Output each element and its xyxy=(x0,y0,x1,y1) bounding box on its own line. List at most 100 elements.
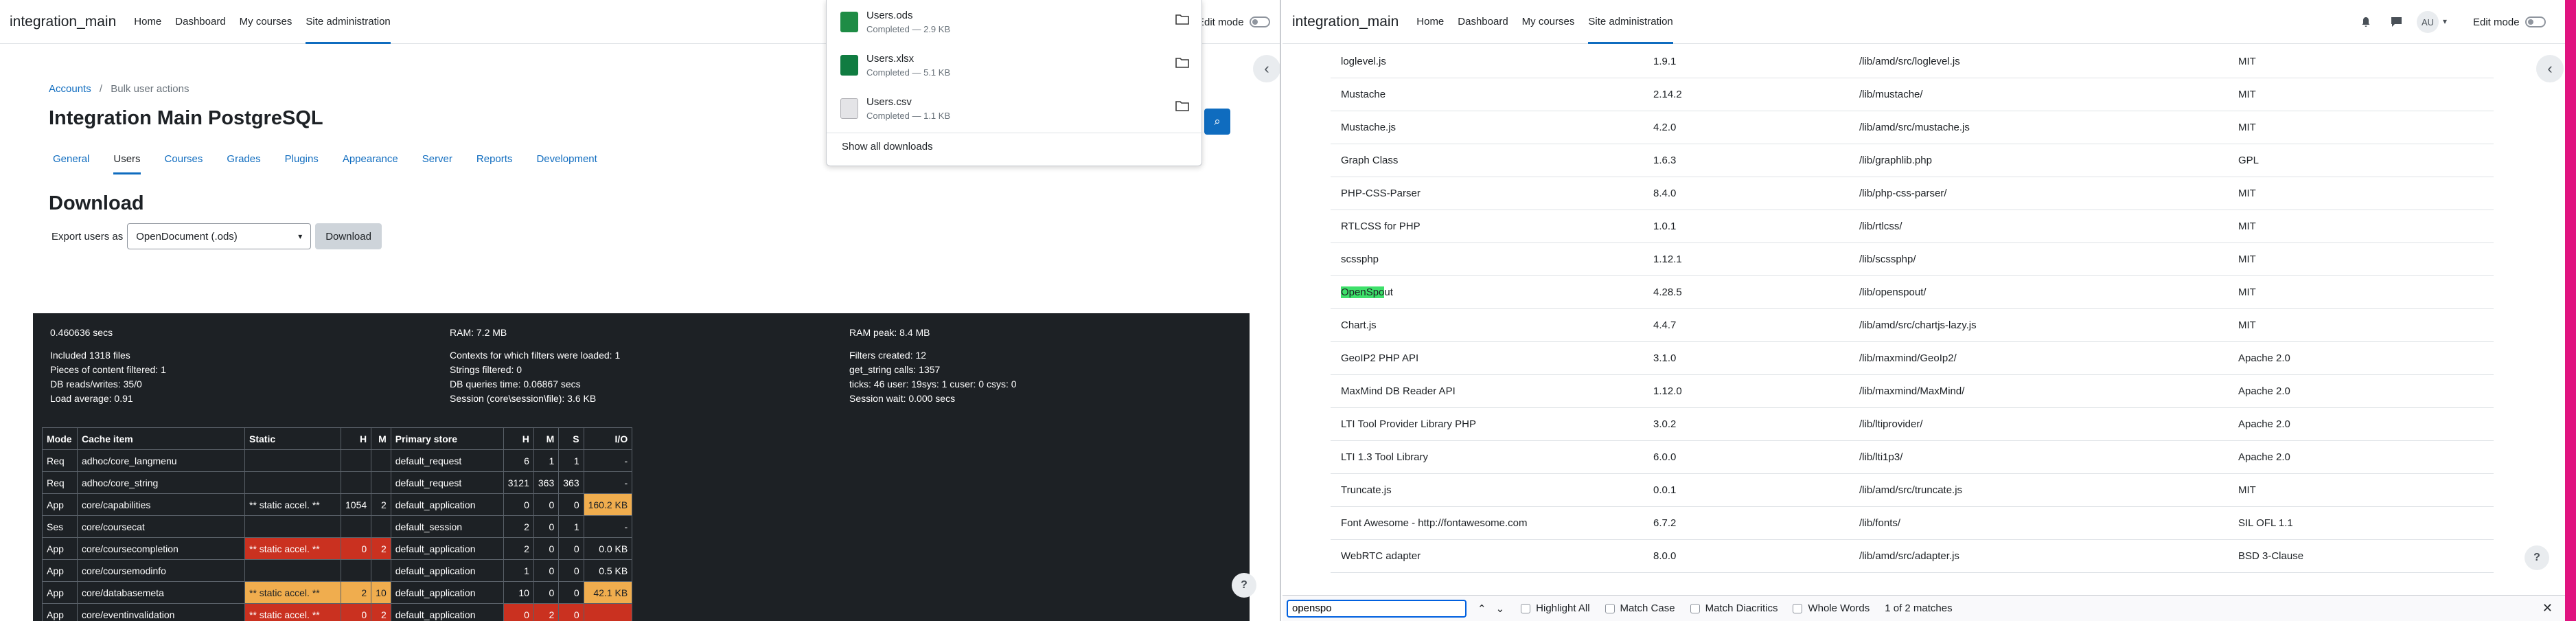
table-row: RTLCSS for PHP 1.0.1/lib/rtlcss/MIT xyxy=(1331,210,2494,243)
table-row-find-match: OpenSpout 4.28.5/lib/openspout/MIT xyxy=(1331,276,2494,309)
checkbox-box[interactable] xyxy=(1605,603,1615,613)
nav-site-administration[interactable]: Site administration xyxy=(1588,0,1673,44)
library-license: MIT xyxy=(2238,188,2256,199)
search-icon: ⌕ xyxy=(1214,115,1221,128)
perf-item: 0.460636 secs xyxy=(50,327,113,338)
find-input[interactable] xyxy=(1287,599,1467,618)
edit-mode-switch[interactable] xyxy=(2525,16,2546,27)
help-button[interactable]: ? xyxy=(2525,545,2549,570)
library-version: 1.0.1 xyxy=(1653,221,1677,232)
chevron-down-icon[interactable]: ▾ xyxy=(2443,16,2447,26)
tab-appearance[interactable]: Appearance xyxy=(343,144,398,174)
nav-my-courses[interactable]: My courses xyxy=(1522,0,1575,44)
cell: 1 xyxy=(558,515,584,538)
whole-words-label: Whole Words xyxy=(1808,602,1870,614)
export-format-select[interactable]: OpenDocument (.ods) ▾ xyxy=(127,223,312,249)
cell: - xyxy=(583,449,633,472)
admin-tabs: General Users Courses Grades Plugins App… xyxy=(53,144,621,174)
cell: ** static accel. ** xyxy=(244,603,341,621)
site-brand[interactable]: integration_main xyxy=(10,14,116,30)
nav-site-administration[interactable]: Site administration xyxy=(306,0,391,44)
cell: default_application xyxy=(390,493,504,516)
cell: Ses xyxy=(42,515,78,538)
folder-icon[interactable] xyxy=(1175,14,1189,25)
cell: 0 xyxy=(558,581,584,604)
cell: 0 xyxy=(558,603,584,621)
nav-my-courses[interactable]: My courses xyxy=(240,0,292,44)
nav-dashboard[interactable]: Dashboard xyxy=(1458,0,1508,44)
perf-item: DB reads/writes: 35/0 xyxy=(50,379,142,389)
messages-icon[interactable] xyxy=(2391,16,2402,27)
nav-home[interactable]: Home xyxy=(1416,0,1444,44)
cell: App xyxy=(42,493,78,516)
whole-words-checkbox[interactable]: Whole Words xyxy=(1793,602,1870,614)
tab-courses[interactable]: Courses xyxy=(165,144,203,174)
avatar[interactable]: AU xyxy=(2417,11,2439,33)
help-button[interactable]: ? xyxy=(1232,573,1256,598)
breadcrumb-accounts[interactable]: Accounts xyxy=(49,83,91,95)
tab-users[interactable]: Users xyxy=(113,144,141,174)
tab-development[interactable]: Development xyxy=(536,144,597,174)
download-item[interactable]: Users.xlsx Completed — 5.1 KB xyxy=(827,43,1203,87)
download-item[interactable]: Users.ods Completed — 2.9 KB xyxy=(827,0,1203,43)
edit-mode-toggle[interactable]: Edit mode xyxy=(1197,0,1270,44)
match-case-checkbox[interactable]: Match Case xyxy=(1605,602,1675,614)
library-location: /lib/amd/src/adapter.js xyxy=(1859,550,1959,562)
tab-grades[interactable]: Grades xyxy=(227,144,260,174)
perf-item: get_string calls: 1357 xyxy=(849,364,941,375)
library-version: 8.4.0 xyxy=(1653,188,1677,199)
perf-item: Included 1318 files xyxy=(50,350,130,361)
bell-icon[interactable] xyxy=(2360,16,2371,27)
edit-mode-switch[interactable] xyxy=(1249,16,1270,27)
nav-dashboard[interactable]: Dashboard xyxy=(175,0,225,44)
breadcrumb-separator: / xyxy=(99,83,103,95)
cell: core/coursecompletion xyxy=(77,537,245,560)
library-name: Font Awesome - http://fontawesome.com xyxy=(1341,517,1528,529)
library-license: GPL xyxy=(2238,155,2259,166)
tab-plugins[interactable]: Plugins xyxy=(285,144,319,174)
table-row: LTI Tool Provider Library PHP 3.0.2/lib/l… xyxy=(1331,408,2494,441)
right-navbar: integration_main Home Dashboard My cours… xyxy=(1283,0,2565,44)
match-diacritics-checkbox[interactable]: Match Diacritics xyxy=(1690,602,1778,614)
cell: 0 xyxy=(340,603,372,621)
library-location: /lib/rtlcss/ xyxy=(1859,221,1902,232)
download-button[interactable]: Download xyxy=(315,223,382,249)
library-version: 6.0.0 xyxy=(1653,451,1677,463)
cell: 0 xyxy=(558,537,584,560)
col-mode: Mode xyxy=(42,427,78,450)
checkbox-box[interactable] xyxy=(1690,603,1700,613)
library-license: MIT xyxy=(2238,319,2256,331)
cell: default_application xyxy=(390,537,504,560)
open-drawer-button[interactable]: ‹ xyxy=(1253,55,1280,82)
cell: 363 xyxy=(558,471,584,494)
cell xyxy=(371,471,391,494)
cell: 0 xyxy=(558,493,584,516)
cell: App xyxy=(42,581,78,604)
find-previous-button[interactable]: ⌃ xyxy=(1477,602,1486,615)
open-drawer-button[interactable]: ‹ xyxy=(2536,55,2564,82)
find-next-button[interactable]: ⌄ xyxy=(1496,602,1505,615)
library-version: 4.4.7 xyxy=(1653,319,1677,331)
tab-general[interactable]: General xyxy=(53,144,89,174)
cell: 0 xyxy=(533,581,560,604)
edit-mode-toggle[interactable]: Edit mode xyxy=(2473,0,2546,44)
cell: 1 xyxy=(503,559,534,582)
find-bar: ⌃ ⌄ Highlight All Match Case Match Diacr… xyxy=(1283,595,2565,621)
section-title: Download xyxy=(49,192,144,214)
tab-reports[interactable]: Reports xyxy=(476,144,513,174)
cell: default_request xyxy=(390,471,504,494)
download-item[interactable]: Users.csv Completed — 1.1 KB xyxy=(827,87,1203,130)
cell xyxy=(244,559,341,582)
folder-icon[interactable] xyxy=(1175,100,1189,111)
folder-icon[interactable] xyxy=(1175,57,1189,68)
show-all-downloads-link[interactable]: Show all downloads xyxy=(842,141,933,153)
nav-home[interactable]: Home xyxy=(134,0,161,44)
site-brand[interactable]: integration_main xyxy=(1292,14,1399,30)
highlight-all-checkbox[interactable]: Highlight All xyxy=(1521,602,1590,614)
admin-search-button[interactable]: ⌕ xyxy=(1204,109,1230,135)
cell: 0.0 KB xyxy=(583,537,633,560)
close-icon[interactable]: ✕ xyxy=(2542,601,2553,616)
checkbox-box[interactable] xyxy=(1521,603,1531,613)
tab-server[interactable]: Server xyxy=(422,144,452,174)
checkbox-box[interactable] xyxy=(1793,603,1803,613)
